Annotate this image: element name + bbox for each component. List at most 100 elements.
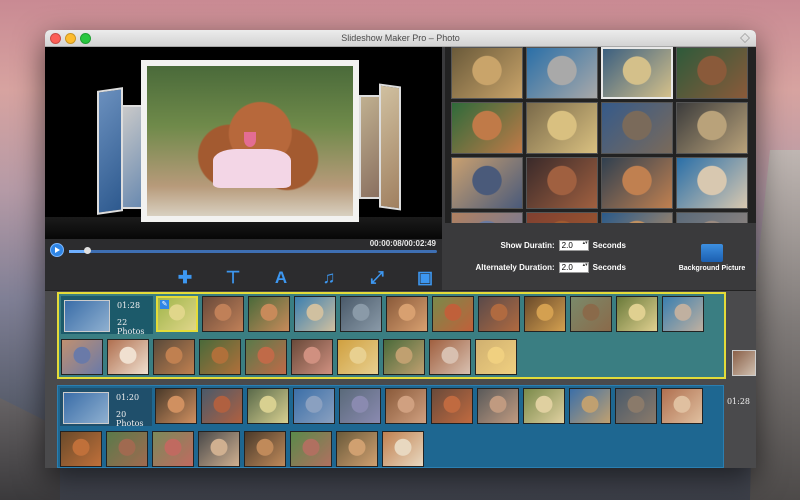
timeline-photo[interactable] [201,388,243,424]
library-thumb[interactable] [526,47,598,99]
timeline-photo[interactable] [291,339,333,375]
library-thumb[interactable] [451,47,523,99]
timeline-photo[interactable] [248,296,290,332]
library-thumb[interactable] [526,102,598,154]
timeline-photo[interactable] [661,388,703,424]
timeline-photo[interactable] [198,431,240,467]
group-2-row-1 [155,388,703,424]
plus-icon[interactable]: ✚ [175,269,195,287]
timeline-photo[interactable] [569,388,611,424]
library-thumb[interactable] [601,157,673,209]
timeline-photo[interactable] [247,388,289,424]
maximize-window-button[interactable] [80,33,91,44]
library-thumb[interactable] [676,157,748,209]
timeline-photo[interactable] [293,388,335,424]
timeline-photo[interactable] [152,431,194,467]
fullscreen-icon[interactable]: ⤢ [367,269,387,287]
library-thumb[interactable] [526,157,598,209]
timeline-photo[interactable] [475,339,517,375]
library-thumb[interactable] [676,212,748,223]
progress-slider[interactable] [69,247,437,254]
music-icon[interactable]: ♫ [319,269,339,287]
photo-library-grid [445,47,756,223]
group-2-duration: 01:20 [116,393,140,402]
timeline-photo[interactable] [155,388,197,424]
library-thumb[interactable] [451,212,523,223]
timeline-photo[interactable] [244,431,286,467]
library-thumb[interactable] [601,47,673,99]
timeline-photo[interactable] [616,296,658,332]
prev-slide-3d-2 [121,105,143,209]
group-1-duration: 01:28 [117,301,141,310]
close-window-button[interactable] [50,33,61,44]
background-picture-label: Background Picture [678,265,746,272]
timeline-photo[interactable] [245,339,287,375]
save-icon[interactable]: ▣ [415,269,435,287]
timeline-photo[interactable] [432,296,474,332]
timeline-photo[interactable] [337,339,379,375]
time-readout: 00:00:08/00:02:49 [369,239,436,248]
timeline-photo[interactable] [106,431,148,467]
alt-duration-label: Alternately Duration: [475,263,555,272]
timeline-photo[interactable] [662,296,704,332]
library-thumb[interactable] [676,47,748,99]
library-thumb[interactable] [676,102,748,154]
library-thumb[interactable] [526,212,598,223]
play-button[interactable] [50,243,64,257]
background-picture-button[interactable]: Background Picture [676,244,748,272]
library-thumb[interactable] [451,157,523,209]
timeline-photo[interactable] [524,296,566,332]
group-2-cover [63,392,109,424]
timeline-photo[interactable] [382,431,424,467]
timeline-photo[interactable] [383,339,425,375]
alt-duration-stepper[interactable]: 2.0 [558,262,589,273]
current-slide [141,60,359,222]
slideshow-preview[interactable] [45,47,442,239]
library-thumb[interactable] [601,212,673,223]
group-1-side-duration: 01:28 [726,397,750,406]
timeline-photo[interactable]: ✎ [156,296,198,332]
show-duration-stepper[interactable]: 2.0 [558,240,589,251]
library-thumb[interactable] [451,102,523,154]
title-bar: Slideshow Maker Pro – Photo [45,30,756,47]
timeline-photo[interactable] [61,339,103,375]
timeline-photo[interactable] [429,339,471,375]
group-1-count: 22 Photos [117,318,145,336]
timeline-photo[interactable] [336,431,378,467]
timeline-photo[interactable] [385,388,427,424]
timeline-photo[interactable] [478,296,520,332]
transport-bar: 00:00:08/00:02:49 ✚ ⊤ A ♫ ⤢ ▣ [45,239,442,290]
timeline-photo[interactable] [107,339,149,375]
dog-tongue [243,132,257,147]
timeline-photo[interactable] [570,296,612,332]
timeline-photo[interactable] [294,296,336,332]
text-icon[interactable]: A [271,269,291,287]
timeline-photo[interactable] [523,388,565,424]
progress-knob[interactable] [84,247,92,254]
timeline-photo[interactable] [386,296,428,332]
slide-group-1[interactable]: 01:28 22 Photos ✎ [57,292,726,379]
fullscreen-window-button[interactable] [740,33,750,43]
slide-group-2[interactable]: 01:20 20 Photos [57,385,724,468]
transition-icon[interactable]: ⊤ [223,269,243,287]
group-1-side-thumb [732,350,756,376]
window-title: Slideshow Maker Pro – Photo [341,33,460,43]
edit-icon[interactable]: ✎ [160,300,169,309]
timeline-photo[interactable] [199,339,241,375]
minimize-window-button[interactable] [65,33,76,44]
show-duration-unit: Seconds [592,241,626,250]
timeline-photo[interactable] [153,339,195,375]
alt-duration-unit: Seconds [592,263,626,272]
timeline-photo[interactable] [431,388,473,424]
timeline-photo[interactable] [477,388,519,424]
next-slide-3d [359,95,381,199]
timeline-photo[interactable] [340,296,382,332]
timeline-photo[interactable] [290,431,332,467]
timeline: 01:28 22 Photos ✎ 01:28 01:20 20 Photos [45,290,756,468]
library-thumb[interactable] [601,102,673,154]
timeline-photo[interactable] [615,388,657,424]
timeline-photo[interactable] [60,431,102,467]
timeline-photo[interactable] [339,388,381,424]
next-slide-3d-2 [379,83,401,211]
timeline-photo[interactable] [202,296,244,332]
